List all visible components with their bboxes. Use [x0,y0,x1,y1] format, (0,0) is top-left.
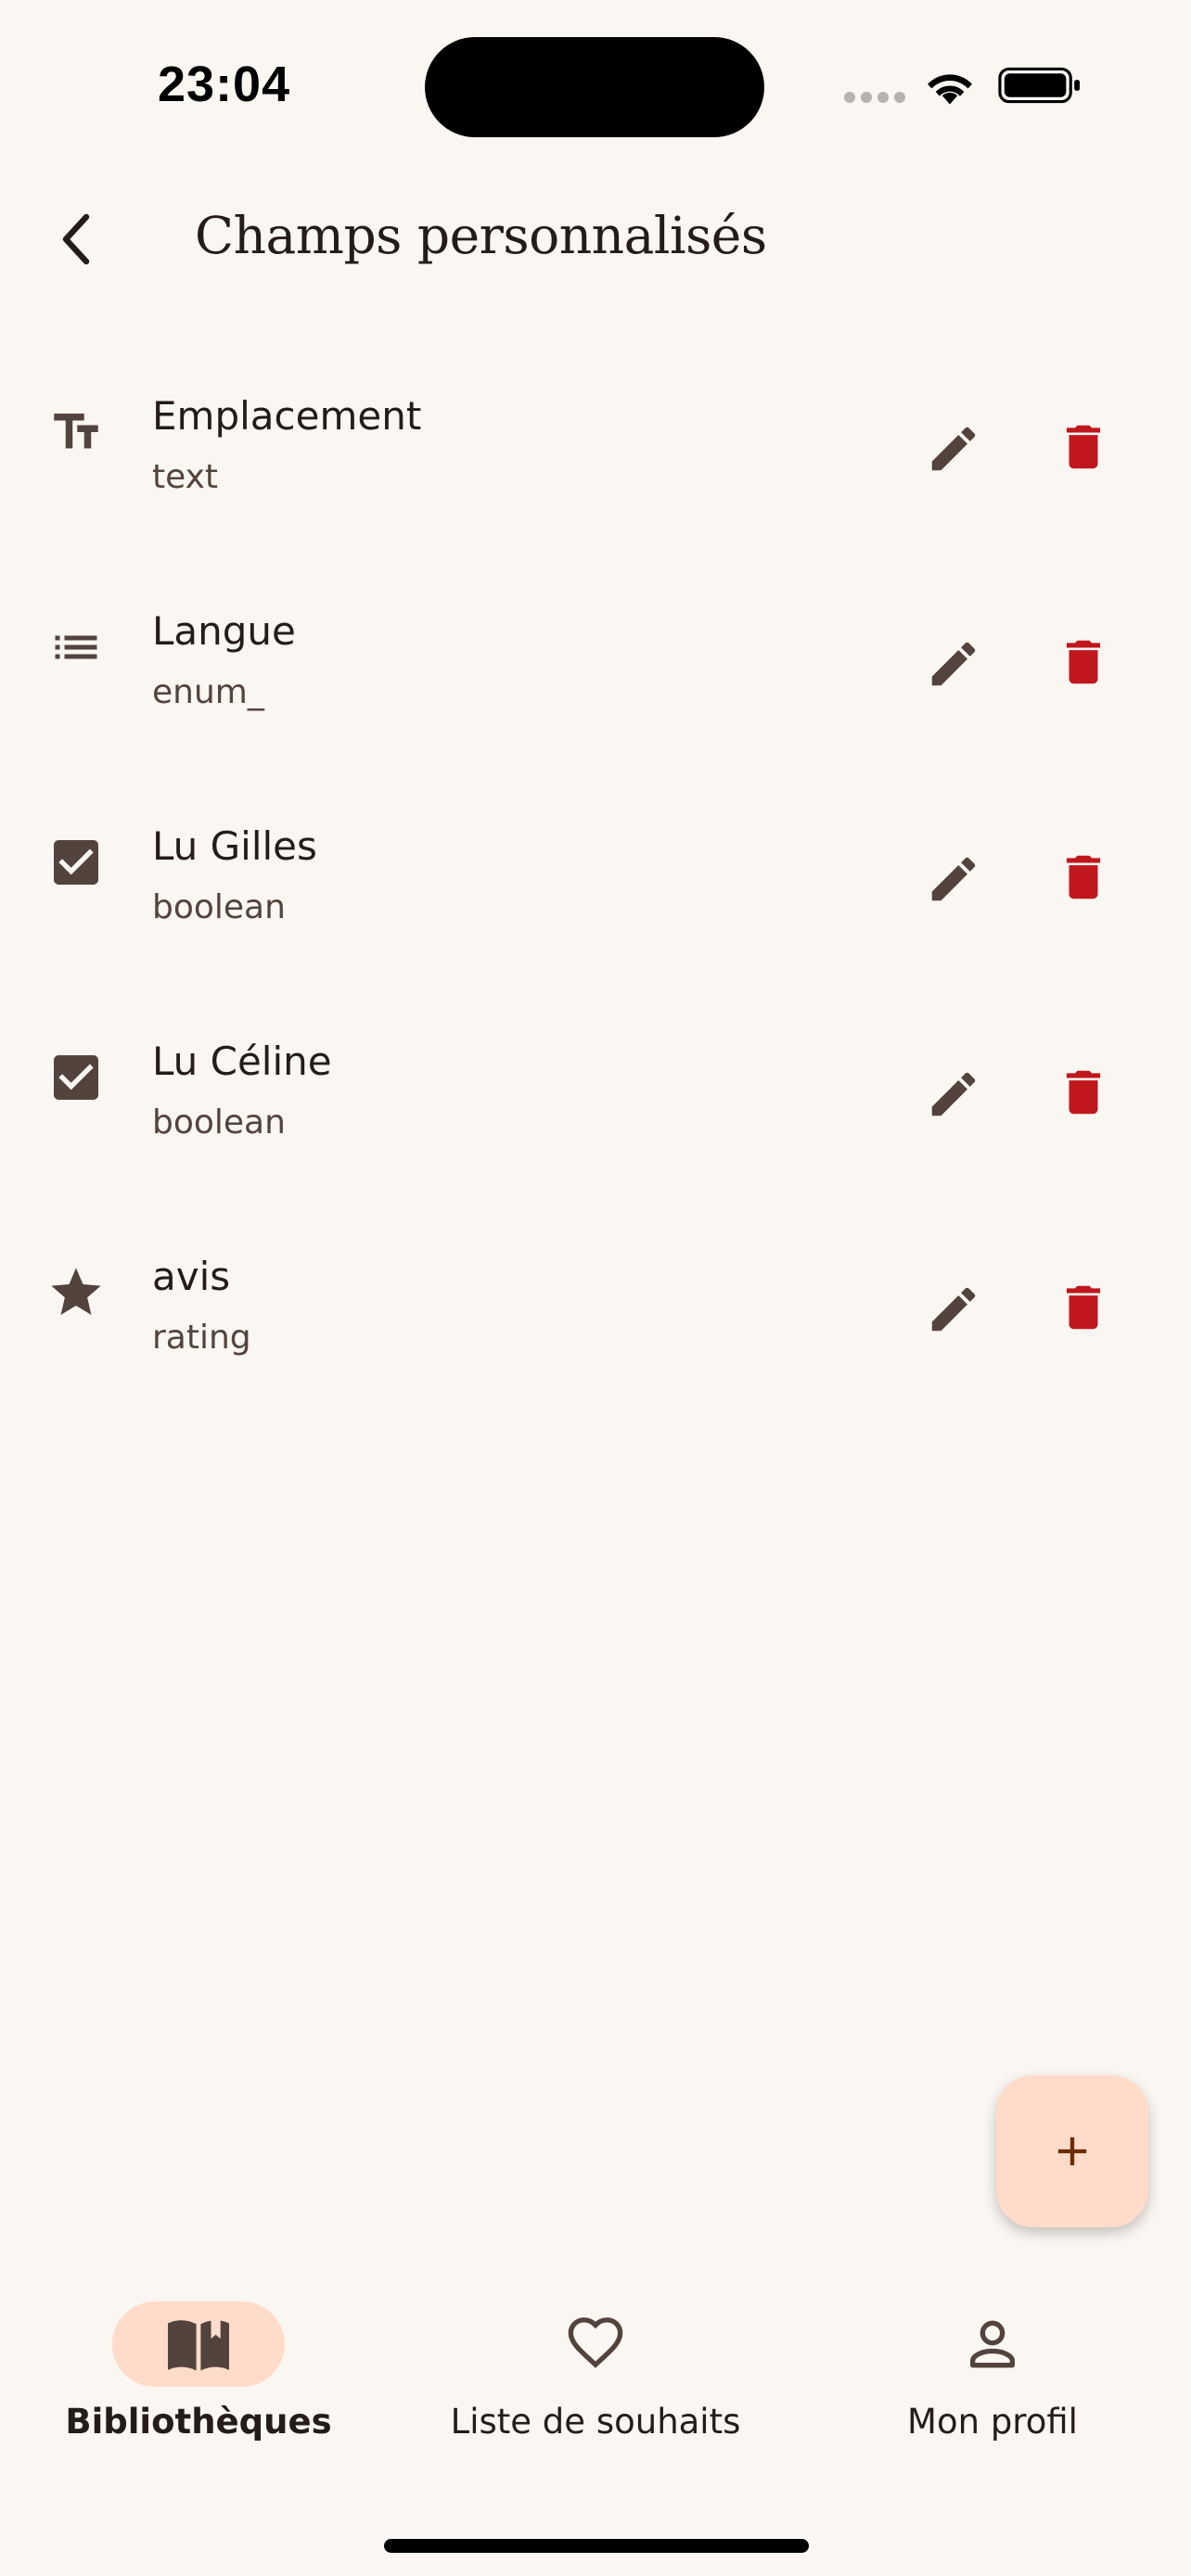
signal-dots-icon [844,92,905,103]
field-name: avis [152,1254,231,1299]
field-type: enum_ [152,673,264,711]
list-item[interactable]: Emplacement text [0,336,1191,551]
text-fields-icon [46,402,106,462]
nav-label: Liste de souhaits [450,2402,741,2442]
nav-indicator [509,2302,682,2387]
delete-button[interactable] [1052,1276,1115,1339]
checkbox-icon [46,833,106,892]
nav-indicator [906,2302,1079,2387]
nav-item-liste-de-souhaits[interactable]: Liste de souhaits [397,2263,794,2485]
edit-button[interactable] [922,1278,985,1341]
field-type: boolean [152,1103,286,1141]
add-field-button[interactable] [996,2075,1148,2227]
status-time: 23:04 [158,57,291,112]
nav-label: Mon profil [907,2402,1078,2442]
book-icon [168,2317,229,2371]
plus-icon [1057,2136,1087,2166]
trash-icon [1066,855,1101,899]
pencil-icon [931,642,976,686]
pencil-icon [931,1072,976,1116]
pencil-icon [931,427,976,471]
nav-label: Bibliothèques [65,2402,332,2442]
custom-fields-list: Emplacement text Langue enum_ Lu Gilles … [0,336,1191,1411]
star-icon [46,1263,106,1322]
heart-icon [568,2317,623,2368]
wifi-icon [928,74,972,105]
trash-icon [1066,640,1101,684]
field-type: boolean [152,888,286,926]
list-item[interactable]: avis rating [0,1196,1191,1411]
edit-button[interactable] [922,417,985,480]
delete-button[interactable] [1052,1061,1115,1124]
nav-item-bibliotheques[interactable]: Bibliothèques [0,2263,397,2485]
field-name: Emplacement [152,393,422,439]
home-indicator [384,2539,809,2553]
pencil-icon [931,857,976,901]
nav-indicator [112,2302,285,2387]
pencil-icon [931,1287,976,1332]
nav-item-mon-profil[interactable]: Mon profil [794,2263,1191,2485]
bottom-navigation: Bibliothèques Liste de souhaits Mon prof… [0,2263,1191,2576]
field-name: Lu Gilles [152,823,317,869]
list-item[interactable]: Langue enum_ [0,551,1191,766]
field-type: rating [152,1319,251,1357]
delete-button[interactable] [1052,631,1115,694]
field-name: Lu Céline [152,1039,332,1084]
checkbox-icon [46,1048,106,1107]
field-type: text [152,458,219,496]
edit-button[interactable] [922,1063,985,1126]
trash-icon [1066,1285,1101,1330]
person-icon [970,2320,1015,2368]
list-icon [46,618,106,677]
trash-icon [1066,425,1101,469]
app-bar: Champs personnalisés [0,176,1191,306]
back-button[interactable] [46,209,108,270]
battery-icon [998,67,1081,104]
edit-button[interactable] [922,848,985,911]
list-item[interactable]: Lu Gilles boolean [0,766,1191,981]
trash-icon [1066,1070,1101,1115]
dynamic-island [425,37,764,137]
delete-button[interactable] [1052,415,1115,478]
field-name: Langue [152,608,296,654]
list-item[interactable]: Lu Céline boolean [0,981,1191,1196]
edit-button[interactable] [922,632,985,695]
status-bar: 23:04 [0,0,1191,167]
chevron-left-icon [62,213,90,265]
delete-button[interactable] [1052,846,1115,909]
page-title: Champs personnalisés [195,206,767,265]
